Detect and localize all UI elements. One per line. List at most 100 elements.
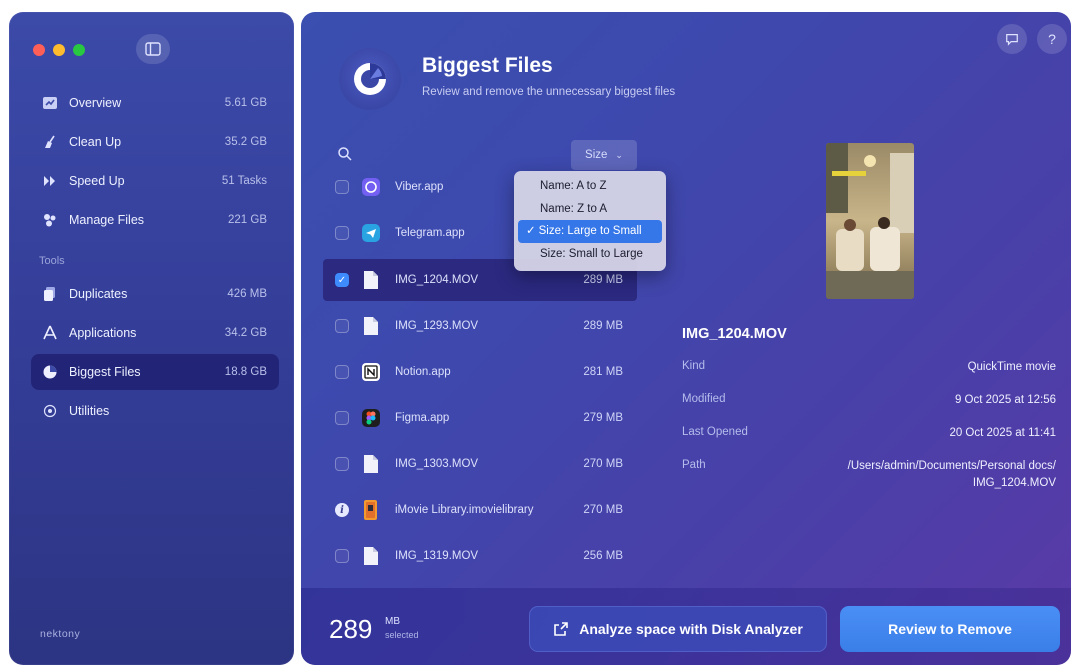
list-item[interactable]: IMG_1293.MOV 289 MB bbox=[323, 305, 637, 347]
notion-icon bbox=[361, 361, 381, 383]
bottom-action-bar: 289 MB selected Analyze space with Disk … bbox=[301, 588, 1071, 665]
file-icon bbox=[361, 545, 381, 567]
utilities-icon bbox=[40, 401, 60, 421]
feedback-button[interactable] bbox=[997, 24, 1027, 54]
close-window-button[interactable] bbox=[33, 44, 45, 56]
detail-path-label: Path bbox=[682, 459, 706, 471]
detail-opened-value: 20 Oct 2025 at 11:41 bbox=[949, 427, 1056, 439]
sidebar-toggle-button[interactable] bbox=[136, 34, 170, 64]
detail-modified-value: 9 Oct 2025 at 12:56 bbox=[954, 394, 1056, 406]
selected-size-unit: MB bbox=[385, 616, 400, 627]
analyze-button-label: Analyze space with Disk Analyzer bbox=[579, 621, 803, 637]
checkbox[interactable] bbox=[335, 319, 349, 333]
sort-option-label: Size: Large to Small bbox=[538, 225, 642, 237]
search-icon[interactable] bbox=[337, 146, 353, 162]
file-name: Figma.app bbox=[395, 412, 450, 424]
help-button[interactable]: ? bbox=[1037, 24, 1067, 54]
checkbox-checked[interactable]: ✓ bbox=[335, 273, 349, 287]
sidebar-item-label: Speed Up bbox=[69, 174, 125, 188]
minimize-window-button[interactable] bbox=[53, 44, 65, 56]
sidebar-item-biggest-files[interactable]: Biggest Files 18.8 GB bbox=[31, 354, 279, 390]
biggest-files-header-icon bbox=[339, 48, 401, 110]
info-icon[interactable]: i bbox=[335, 503, 349, 517]
analyze-disk-button[interactable]: Analyze space with Disk Analyzer bbox=[529, 606, 827, 652]
sort-option-name-a-z[interactable]: Name: A to Z bbox=[518, 175, 662, 198]
biggest-files-icon bbox=[40, 362, 60, 382]
file-size: 270 MB bbox=[583, 458, 623, 470]
sidebar-item-utilities[interactable]: Utilities bbox=[31, 393, 279, 429]
sidebar-item-overview[interactable]: Overview 5.61 GB bbox=[31, 85, 279, 121]
sort-option-name-z-a[interactable]: Name: Z to A bbox=[518, 198, 662, 221]
sidebar-item-label: Manage Files bbox=[69, 213, 145, 227]
manage-files-icon bbox=[40, 210, 60, 230]
sidebar-item-clean-up[interactable]: Clean Up 35.2 GB bbox=[31, 124, 279, 160]
file-icon bbox=[361, 453, 381, 475]
overview-icon bbox=[40, 93, 60, 113]
file-name: IMG_1204.MOV bbox=[395, 274, 479, 286]
chat-bubble-icon bbox=[1006, 34, 1018, 46]
sidebar-item-label: Utilities bbox=[69, 404, 110, 418]
detail-kind-value: QuickTime movie bbox=[967, 361, 1056, 373]
selected-size-label: selected bbox=[385, 630, 419, 640]
sidebar-item-value: 34.2 GB bbox=[224, 327, 267, 339]
detail-modified-label: Modified bbox=[682, 393, 726, 405]
tools-section-label: Tools bbox=[39, 255, 65, 267]
file-size: 281 MB bbox=[583, 366, 623, 378]
selected-size-value: 289 bbox=[329, 614, 373, 644]
checkbox[interactable] bbox=[335, 226, 349, 240]
checkbox[interactable] bbox=[335, 411, 349, 425]
speed-icon bbox=[40, 171, 60, 191]
detail-kind-label: Kind bbox=[682, 360, 706, 372]
question-mark-icon: ? bbox=[1048, 31, 1056, 47]
sidebar: Overview 5.61 GB Clean Up 35.2 GB Speed … bbox=[9, 12, 294, 665]
file-name: IMG_1303.MOV bbox=[395, 458, 479, 470]
telegram-icon bbox=[361, 222, 381, 244]
list-item[interactable]: IMG_1319.MOV 256 MB bbox=[323, 535, 637, 577]
external-link-icon bbox=[554, 622, 569, 636]
viber-icon bbox=[361, 176, 381, 198]
sidebar-item-value: 18.8 GB bbox=[224, 366, 267, 378]
sidebar-item-manage-files[interactable]: Manage Files 221 GB bbox=[31, 202, 279, 238]
file-size: 289 MB bbox=[583, 274, 623, 286]
file-size: 256 MB bbox=[583, 550, 623, 562]
sidebar-item-label: Biggest Files bbox=[69, 365, 141, 379]
file-icon bbox=[361, 269, 381, 291]
detail-path-line-2: IMG_1204.MOV bbox=[972, 477, 1056, 489]
checkbox[interactable] bbox=[335, 180, 349, 194]
file-name: IMG_1293.MOV bbox=[395, 320, 479, 332]
sidebar-item-value: 426 MB bbox=[227, 288, 267, 300]
sort-option-size-large-small[interactable]: ✓ Size: Large to Small bbox=[518, 220, 662, 243]
file-icon bbox=[361, 315, 381, 337]
broom-icon bbox=[40, 132, 60, 152]
list-item[interactable]: i iMovie Library.imovielibrary 270 MB bbox=[323, 489, 637, 531]
file-name: IMG_1319.MOV bbox=[395, 550, 479, 562]
detail-path-line-1: /Users/admin/Documents/Personal docs/ bbox=[847, 460, 1056, 472]
page-title: Biggest Files bbox=[422, 54, 553, 77]
sidebar-item-applications[interactable]: Applications 34.2 GB bbox=[31, 315, 279, 351]
file-size: 279 MB bbox=[583, 412, 623, 424]
sort-option-size-small-large[interactable]: Size: Small to Large bbox=[518, 243, 662, 266]
sidebar-icon bbox=[145, 42, 161, 56]
sidebar-item-duplicates[interactable]: Duplicates 426 MB bbox=[31, 276, 279, 312]
main-panel: Biggest Files Review and remove the unne… bbox=[301, 12, 1071, 665]
checkbox[interactable] bbox=[335, 365, 349, 379]
sidebar-item-speed-up[interactable]: Speed Up 51 Tasks bbox=[31, 163, 279, 199]
file-size: 289 MB bbox=[583, 320, 623, 332]
figma-icon bbox=[361, 407, 381, 429]
list-item[interactable]: Notion.app 281 MB bbox=[323, 351, 637, 393]
sidebar-item-value: 35.2 GB bbox=[224, 136, 267, 148]
zoom-window-button[interactable] bbox=[73, 44, 85, 56]
file-size: 270 MB bbox=[583, 504, 623, 516]
sidebar-item-value: 5.61 GB bbox=[224, 97, 267, 109]
list-item[interactable]: IMG_1303.MOV 270 MB bbox=[323, 443, 637, 485]
checkbox[interactable] bbox=[335, 457, 349, 471]
list-item[interactable]: Figma.app 279 MB bbox=[323, 397, 637, 439]
review-to-remove-button[interactable]: Review to Remove bbox=[840, 606, 1060, 652]
detail-opened-label: Last Opened bbox=[682, 426, 748, 438]
sidebar-item-value: 51 Tasks bbox=[221, 175, 267, 187]
applications-icon bbox=[40, 323, 60, 343]
chevron-down-icon: ⌄ bbox=[615, 149, 623, 160]
brand-logo: nektony bbox=[40, 628, 81, 640]
page-subtitle: Review and remove the unnecessary bigges… bbox=[422, 86, 676, 98]
checkbox[interactable] bbox=[335, 549, 349, 563]
